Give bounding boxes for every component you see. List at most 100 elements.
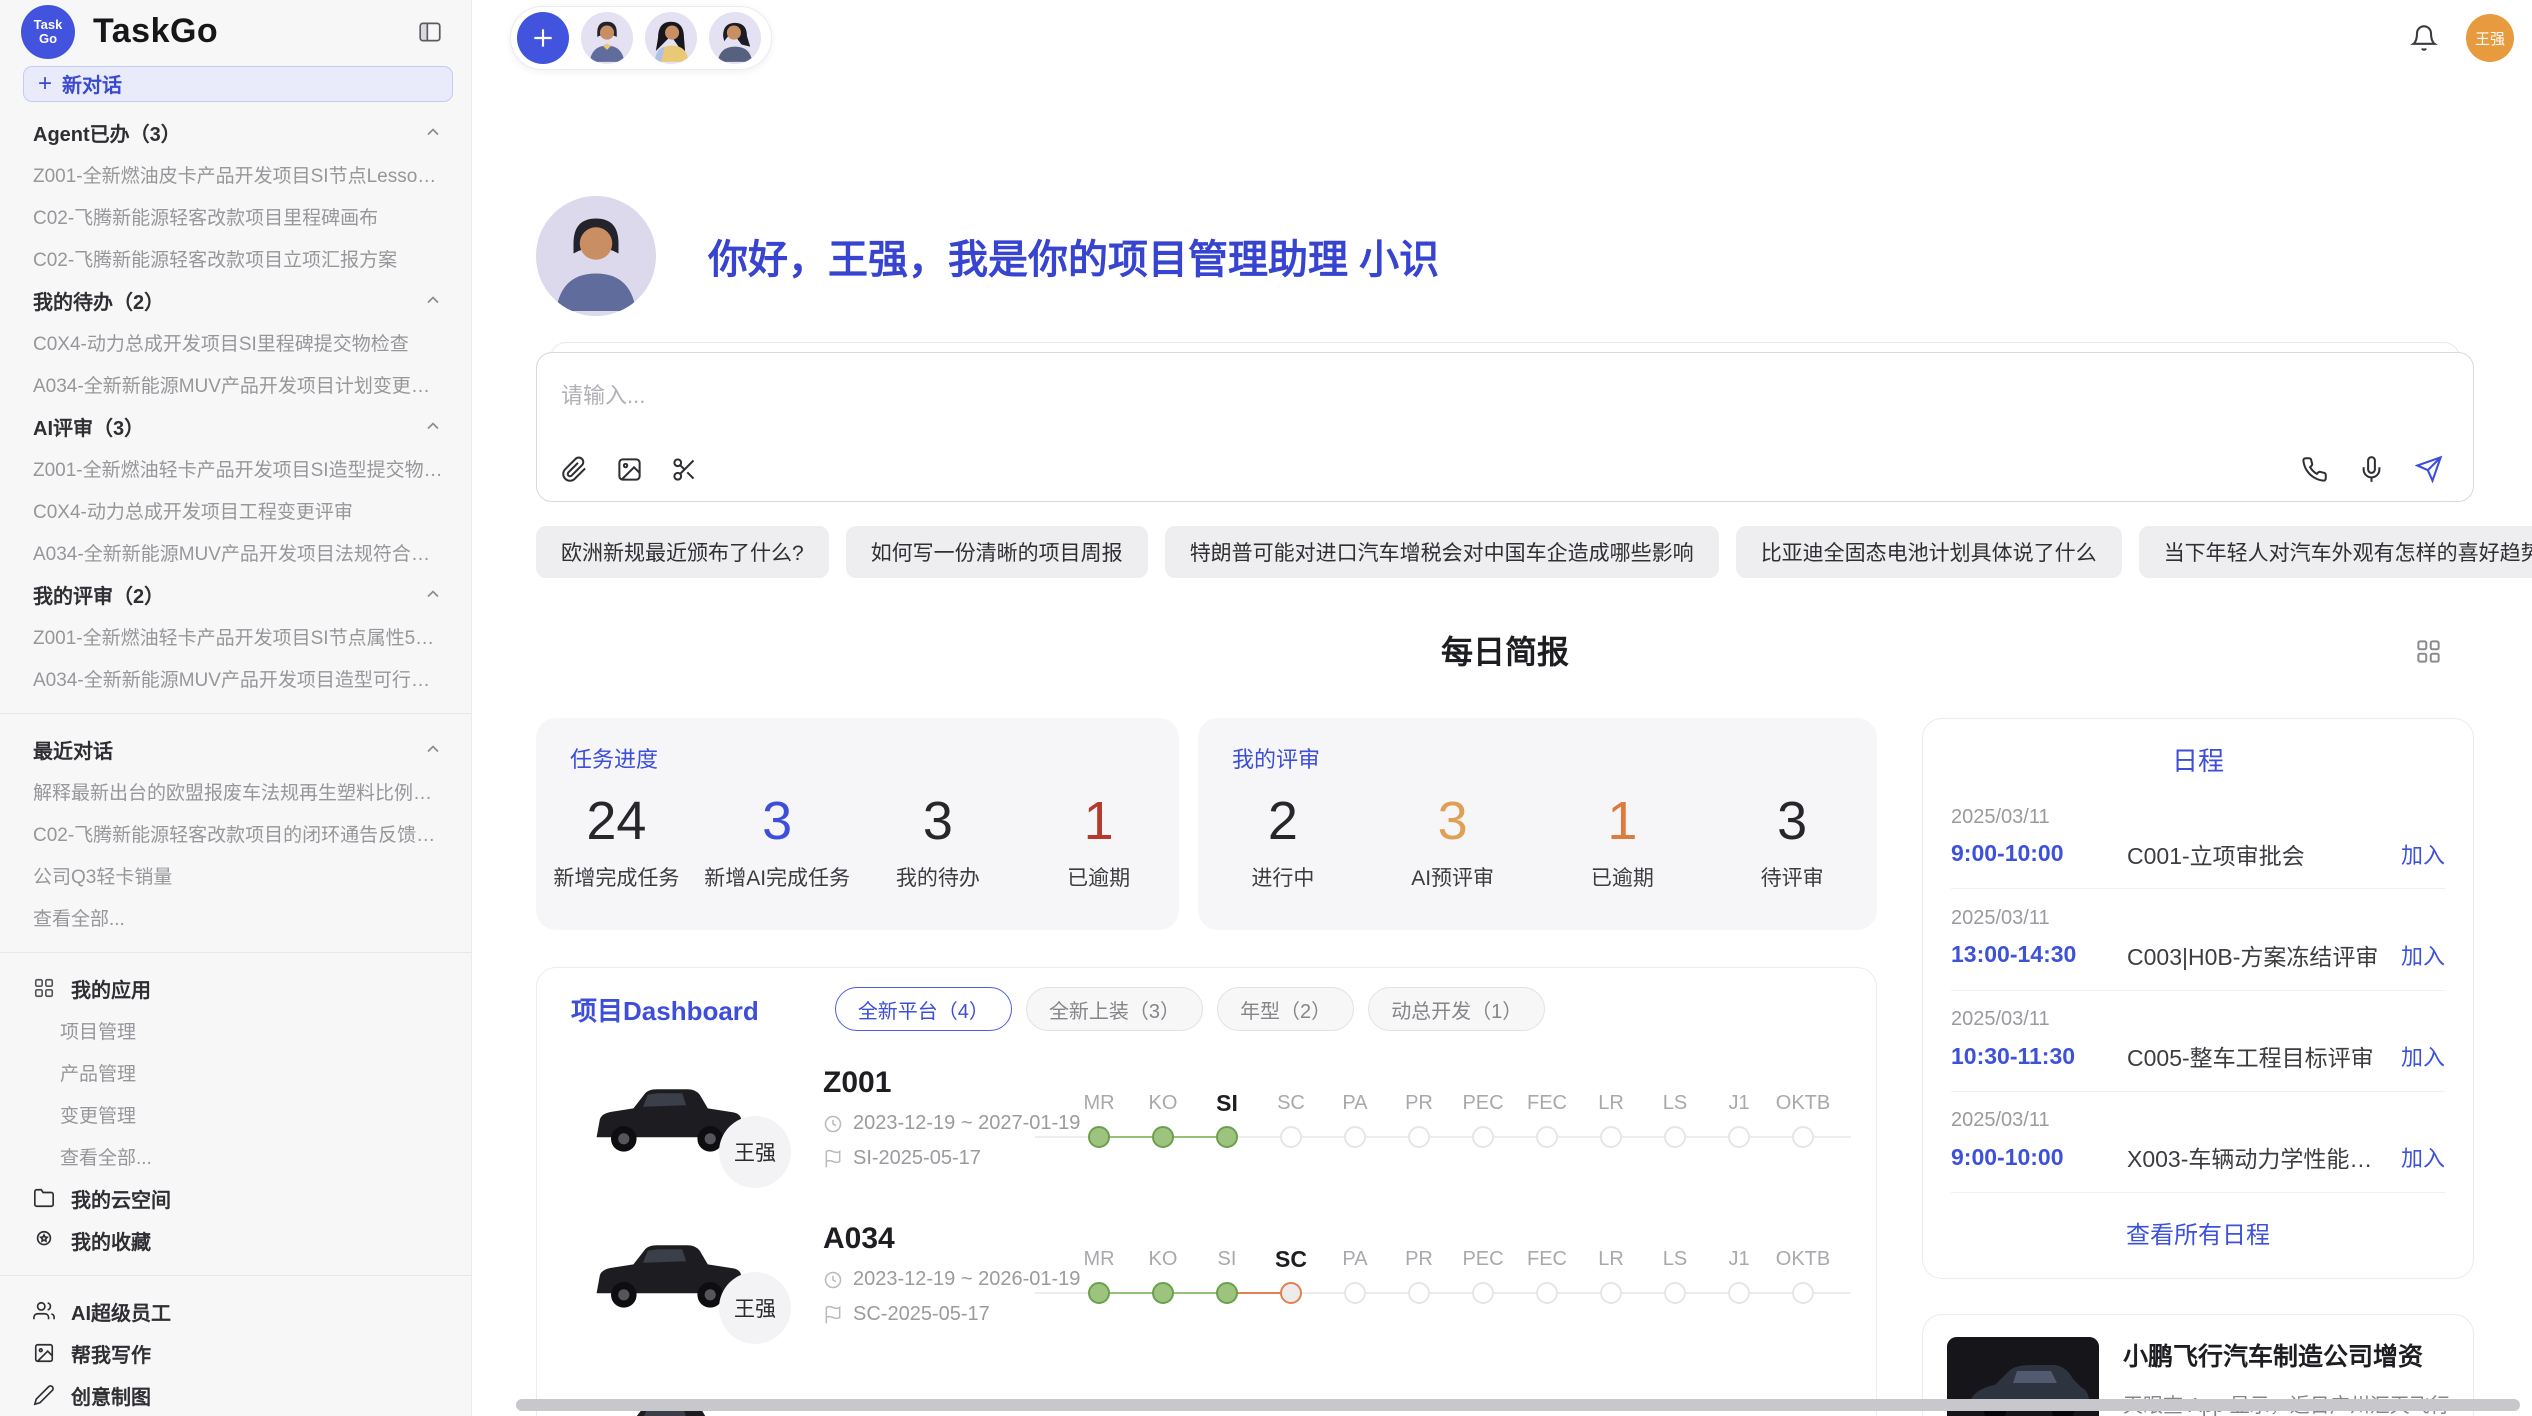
sidebar-item-ai-employee[interactable]: AI超级员工 — [0, 1290, 471, 1332]
attachment-icon[interactable] — [561, 456, 588, 483]
plus-icon: + — [38, 72, 52, 96]
sidebar: Task Go TaskGo + 新对话 Agent已办（3） Z001-全新燃… — [0, 0, 472, 1416]
composer-right-icons — [2301, 455, 2443, 483]
milestone-dot — [1216, 1126, 1238, 1148]
suggestion-chip[interactable]: 如何写一份清晰的项目周报 — [846, 526, 1148, 578]
milestone: LR — [1579, 1244, 1643, 1304]
chevron-up-icon[interactable] — [423, 290, 443, 310]
chevron-up-icon[interactable] — [423, 122, 443, 142]
scissors-icon[interactable] — [671, 456, 698, 483]
section-title: 我的评审（2） — [33, 580, 164, 609]
briefing-content: 任务进度 24 新增完成任务 3 新增AI完成任务 3 — [536, 718, 2474, 1416]
sidebar-item-change-mgmt[interactable]: 变更管理 — [0, 1093, 471, 1135]
section-my-todo[interactable]: 我的待办（2） — [0, 279, 471, 321]
suggestion-chip[interactable]: 欧洲新规最近颁布了什么? — [536, 526, 829, 578]
list-item[interactable]: C02-飞腾新能源轻客改款项目立项汇报方案 — [0, 237, 471, 279]
logo-line2: Go — [39, 32, 57, 46]
horizontal-scrollbar[interactable] — [516, 1399, 2520, 1411]
project-row[interactable]: 王强 A034 2023-12-19 ~ 2026-01-19 SC-2025-… — [571, 1204, 1842, 1344]
tab-upfit[interactable]: 全新上装（3） — [1026, 987, 1203, 1031]
tab-powertrain[interactable]: 动总开发（1） — [1368, 987, 1545, 1031]
milestone: FEC — [1515, 1088, 1579, 1148]
suggestion-chip[interactable]: 特朗普可能对进口汽车增税会对中国车企造成哪些影响 — [1165, 526, 1719, 578]
section-my-review[interactable]: 我的评审（2） — [0, 573, 471, 615]
sidebar-item-cloud-space[interactable]: 我的云空间 — [0, 1177, 471, 1219]
left-column: 任务进度 24 新增完成任务 3 新增AI完成任务 3 — [536, 718, 1877, 1416]
chevron-up-icon[interactable] — [423, 739, 443, 759]
milestone: FEC — [1515, 1244, 1579, 1304]
suggestion-chip[interactable]: 当下年轻人对汽车外观有怎样的喜好趋势 — [2139, 526, 2532, 578]
sidebar-item-my-apps[interactable]: 我的应用 — [0, 967, 471, 1009]
sidebar-collapse-icon[interactable] — [417, 19, 443, 45]
suggestion-chip[interactable]: 比亚迪全固态电池计划具体说了什么 — [1736, 526, 2122, 578]
list-item[interactable]: A034-全新新能源MUV产品开发项目计划变更表编写 — [0, 363, 471, 405]
sidebar-item-product-mgmt[interactable]: 产品管理 — [0, 1051, 471, 1093]
list-item[interactable]: Z001-全新燃油轻卡产品开发项目SI节点属性5D文件评审 — [0, 615, 471, 657]
layout-grid-icon[interactable] — [2415, 638, 2442, 665]
list-item[interactable]: A034-全新新能源MUV产品开发项目造型可行性评审 — [0, 657, 471, 699]
milestone: SC — [1259, 1088, 1323, 1148]
phone-call-icon[interactable] — [2301, 456, 2328, 483]
agent-avatar-1[interactable] — [581, 12, 633, 64]
divider — [0, 1275, 471, 1276]
list-item[interactable]: 解释最新出台的欧盟报废车法规再生塑料比例被调至15%... — [0, 770, 471, 812]
join-button[interactable]: 加入 — [2401, 1141, 2445, 1173]
microphone-icon[interactable] — [2358, 456, 2385, 483]
stat: 1 已逾期 — [1018, 790, 1179, 892]
chevron-up-icon[interactable] — [423, 416, 443, 436]
send-icon[interactable] — [2415, 455, 2443, 483]
list-item[interactable]: Z001-全新燃油轻卡产品开发项目SI造型提交物评审 — [0, 447, 471, 489]
view-all-schedule[interactable]: 查看所有日程 — [1951, 1193, 2445, 1260]
list-item[interactable]: A034-全新新能源MUV产品开发项目法规符合性评审 — [0, 531, 471, 573]
sidebar-item-creative-draw[interactable]: 创意制图 — [0, 1374, 471, 1416]
folder-icon — [33, 1187, 55, 1209]
milestone: PR — [1387, 1244, 1451, 1304]
sidebar-item-project-mgmt[interactable]: 项目管理 — [0, 1009, 471, 1051]
section-agent-done[interactable]: Agent已办（3） — [0, 111, 471, 153]
list-item[interactable]: C0X4-动力总成开发项目SI里程碑提交物检查 — [0, 321, 471, 363]
section-ai-review[interactable]: AI评审（3） — [0, 405, 471, 447]
right-column: 日程 2025/03/11 9:00-10:00 C001-立项审批会 加入 2… — [1922, 718, 2474, 1416]
milestone-dot — [1728, 1126, 1750, 1148]
list-item[interactable]: Z001-全新燃油皮卡产品开发项目SI节点Lesson Learn报告 — [0, 153, 471, 195]
chevron-up-icon[interactable] — [423, 584, 443, 604]
composer-left-icons — [561, 456, 698, 483]
section-recent-chats[interactable]: 最近对话 — [0, 728, 471, 770]
agent-avatar-2[interactable] — [645, 12, 697, 64]
list-item[interactable]: C02-飞腾新能源轻客改款项目里程碑画布 — [0, 195, 471, 237]
join-button[interactable]: 加入 — [2401, 939, 2445, 971]
join-button[interactable]: 加入 — [2401, 1040, 2445, 1072]
sidebar-item-favorites[interactable]: 我的收藏 — [0, 1219, 471, 1261]
list-item[interactable]: 公司Q3轻卡销量 — [0, 854, 471, 896]
milestone-dot — [1536, 1282, 1558, 1304]
list-item[interactable]: C02-飞腾新能源轻客改款项目的闭环通告反馈情况 — [0, 812, 471, 854]
tab-year-model[interactable]: 年型（2） — [1217, 987, 1354, 1031]
message-input[interactable] — [561, 383, 2449, 409]
project-info: Z001 2023-12-19 ~ 2027-01-19 SI-2025-05-… — [823, 1066, 1067, 1170]
milestone-dot — [1728, 1282, 1750, 1304]
dashboard-header: 项目Dashboard 全新平台（4） 全新上装（3） 年型（2） 动总开发（1… — [571, 986, 1842, 1032]
task-progress-card: 任务进度 24 新增完成任务 3 新增AI完成任务 3 — [536, 718, 1179, 930]
milestone: MR — [1067, 1244, 1131, 1304]
suggestion-chips: 欧洲新规最近颁布了什么? 如何写一份清晰的项目周报 特朗普可能对进口汽车增税会对… — [536, 526, 2474, 578]
view-all-recent[interactable]: 查看全部... — [0, 896, 471, 938]
project-row[interactable]: 王强 Z001 2023-12-19 ~ 2027-01-19 SI-2025-… — [571, 1048, 1842, 1188]
join-button[interactable]: 加入 — [2401, 838, 2445, 870]
new-chat-button[interactable]: + 新对话 — [23, 66, 453, 102]
view-all-apps[interactable]: 查看全部... — [0, 1135, 471, 1177]
user-avatar[interactable]: 王强 — [2466, 14, 2514, 62]
notification-bell-icon[interactable] — [2410, 24, 2438, 52]
list-item[interactable]: C0X4-动力总成开发项目工程变更评审 — [0, 489, 471, 531]
milestone: PEC — [1451, 1088, 1515, 1148]
project-flag-milestone: SC-2025-05-17 — [823, 1303, 1067, 1326]
agent-avatar-3[interactable] — [709, 12, 761, 64]
project-code: Z001 — [823, 1066, 1067, 1100]
card-title: 任务进度 — [536, 742, 1179, 774]
milestone-dot — [1216, 1282, 1238, 1304]
image-upload-icon[interactable] — [616, 456, 643, 483]
milestone-dot — [1152, 1126, 1174, 1148]
sidebar-item-help-write[interactable]: 帮我写作 — [0, 1332, 471, 1374]
tab-platform[interactable]: 全新平台（4） — [835, 987, 1012, 1031]
milestone-dot — [1408, 1126, 1430, 1148]
add-agent-button[interactable] — [517, 12, 569, 64]
